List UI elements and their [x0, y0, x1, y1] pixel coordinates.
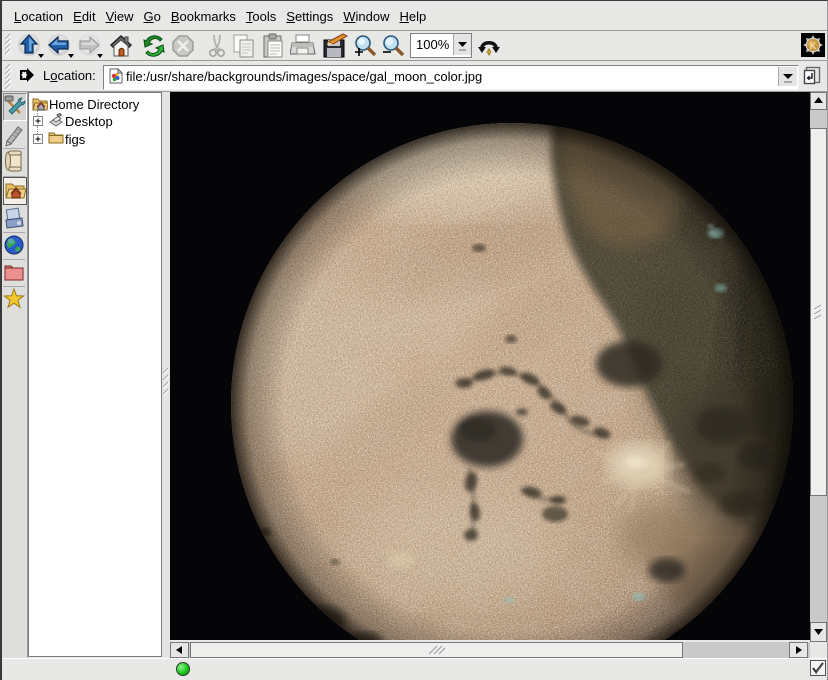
- svg-text:K: K: [810, 41, 817, 51]
